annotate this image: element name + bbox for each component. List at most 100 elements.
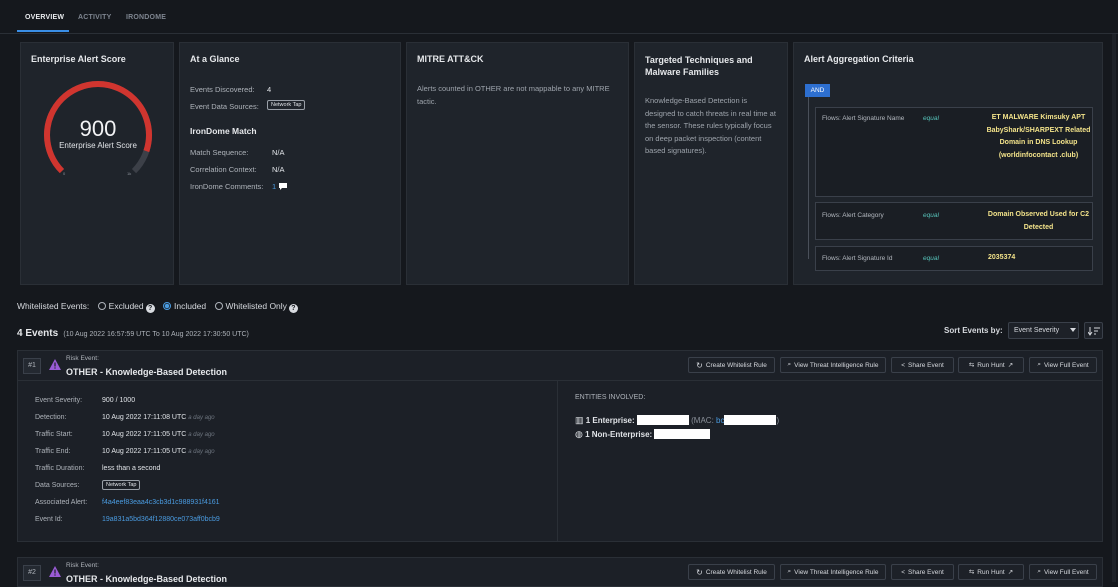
traffic-end-value: 10 Aug 2022 17:11:05 UTC a day ago xyxy=(102,448,215,455)
comment-icon[interactable] xyxy=(278,182,288,191)
criteria-field: Flows: Alert Signature Name xyxy=(822,115,905,122)
run-hunt-button[interactable]: ⇆ Run Hunt ↗ xyxy=(958,564,1024,580)
match-sequence-label: Match Sequence: xyxy=(190,148,249,157)
redacted-mac xyxy=(724,415,777,425)
events-discovered-value: 4 xyxy=(267,85,272,94)
building-icon: ▥ xyxy=(575,415,584,425)
events-range: (10 Aug 2022 16:57:59 UTC To 10 Aug 2022… xyxy=(63,331,249,338)
event-number: #1 xyxy=(23,358,41,374)
event-name: OTHER - Knowledge-Based Detection xyxy=(66,367,228,377)
traffic-start-value: 10 Aug 2022 17:11:05 UTC a day ago xyxy=(102,431,215,438)
criteria-row-category: Flows: Alert Category equal Domain Obser… xyxy=(815,202,1093,240)
criteria-value: 2035374 xyxy=(988,254,1016,261)
network-tap-tag: Network Tap xyxy=(102,480,141,490)
view-full-event-button[interactable]: ⌕ View Full Event xyxy=(1029,357,1097,373)
share-event-button[interactable]: < Share Event xyxy=(891,357,954,373)
score-value: 900 xyxy=(79,116,117,141)
criteria-title: Alert Aggregation Criteria xyxy=(804,54,914,64)
active-tab-indicator xyxy=(17,30,69,32)
search-icon: ⌕ xyxy=(787,568,792,575)
event-details-panel: Event Severity: 900 / 1000 Detection: 10… xyxy=(18,380,558,541)
help-icon[interactable]: ? xyxy=(145,304,155,313)
event-card-2: #2 Risk Event: OTHER - Knowledge-Based D… xyxy=(17,557,1103,587)
non-enterprise-label: 1 Non-Enterprise: xyxy=(585,430,653,439)
event-number: #2 xyxy=(23,565,41,581)
redacted-external-ip xyxy=(654,429,711,439)
associated-alert-label: Associated Alert: xyxy=(35,499,88,506)
filter-option-included[interactable]: Included xyxy=(163,301,206,311)
glance-card: At a Glance Events Discovered: 4 Event D… xyxy=(179,42,401,285)
sort-select[interactable]: Event Severity xyxy=(1008,322,1079,339)
help-icon[interactable]: ? xyxy=(288,304,298,313)
criteria-row-signature-name: Flows: Alert Signature Name equal ET MAL… xyxy=(815,107,1093,197)
score-card: Enterprise Alert Score 900 Enterprise Al… xyxy=(20,42,174,285)
share-event-button[interactable]: < Share Event xyxy=(891,564,954,580)
radio-included[interactable] xyxy=(163,302,171,310)
comments-label: IronDome Comments: xyxy=(190,182,264,191)
entities-panel: ENTITIES INVOLVED: ▥ 1 Enterprise: (MAC:… xyxy=(558,380,1102,541)
sort-label: Sort Events by: xyxy=(944,326,1003,335)
mac-label: (MAC: xyxy=(691,416,714,425)
event-id-link[interactable]: 19a831a5bd364f12880ce073aff0bcb9 xyxy=(102,516,220,523)
enterprise-label: 1 Enterprise: xyxy=(585,416,635,425)
sort-direction-button[interactable] xyxy=(1084,322,1103,339)
comments-count[interactable]: 1 xyxy=(272,182,276,191)
events-discovered-label: Events Discovered: xyxy=(190,85,255,94)
search-icon: ⌕ xyxy=(1037,361,1041,368)
button-label: Run Hunt xyxy=(977,568,1005,576)
filter-option-excluded[interactable]: Excluded? xyxy=(97,301,155,313)
chevron-down-icon xyxy=(1070,328,1076,332)
correlation-value: N/A xyxy=(272,165,285,174)
tab-overview[interactable]: OVERVIEW xyxy=(25,14,64,21)
create-whitelist-button[interactable]: ↻ Create Whitelist Rule xyxy=(688,564,775,580)
enterprise-entity[interactable]: ▥ 1 Enterprise: (MAC: bc) xyxy=(575,415,779,426)
event-card-1: #1 Risk Event: OTHER - Knowledge-Based D… xyxy=(17,350,1103,542)
targeted-title: Targeted Techniques and Malware Families xyxy=(645,55,753,77)
mac-value[interactable]: bc xyxy=(716,416,724,425)
filter-option-whitelisted-only[interactable]: Whitelisted Only? xyxy=(214,301,298,313)
criteria-connector xyxy=(808,97,809,259)
tab-activity[interactable]: ACTIVITY xyxy=(78,14,112,21)
non-enterprise-entity[interactable]: ◍ 1 Non-Enterprise: xyxy=(575,429,711,440)
tab-bar: OVERVIEW ACTIVITY IRONDOME xyxy=(0,0,1118,34)
warning-icon xyxy=(49,359,61,370)
whitelist-filter-label: Whitelisted Events: xyxy=(17,301,90,311)
glance-title: At a Glance xyxy=(190,54,240,64)
option-label: Excluded xyxy=(108,301,144,311)
events-count: 4 Events xyxy=(17,328,59,339)
match-sequence-value: N/A xyxy=(272,148,285,157)
view-full-event-button[interactable]: ⌕ View Full Event xyxy=(1029,564,1097,580)
data-sources-label: Data Sources: xyxy=(35,482,80,489)
traffic-end-ago: a day ago xyxy=(188,449,215,455)
run-hunt-button[interactable]: ⇆ Run Hunt ↗ xyxy=(958,357,1024,373)
create-whitelist-button[interactable]: ↻ Create Whitelist Rule xyxy=(688,357,775,373)
duration-label: Traffic Duration: xyxy=(35,465,85,472)
whitelist-filter: Whitelisted Events: Excluded? Included W… xyxy=(17,301,298,313)
event-type: Risk Event: xyxy=(66,355,99,362)
threat-intel-button[interactable]: ⌕ View Threat Intelligence Rule xyxy=(780,357,886,373)
targeted-text: Knowledge-Based Detection is designed to… xyxy=(645,96,776,155)
duration-value: less than a second xyxy=(102,465,161,472)
irondome-match-title: IronDome Match xyxy=(190,126,257,136)
criteria-field: Flows: Alert Category xyxy=(822,212,884,219)
radio-whitelisted-only[interactable] xyxy=(214,302,223,310)
mitre-title: MITRE ATT&CK xyxy=(417,54,484,64)
gauge-min: 0 xyxy=(63,171,66,176)
share-icon: < xyxy=(901,568,905,576)
traffic-start-label: Traffic Start: xyxy=(35,431,73,438)
scrollbar[interactable] xyxy=(1112,34,1116,582)
associated-alert-link[interactable]: f4a4eef83eaa4c3cb3d1c988931f4161 xyxy=(102,499,220,506)
criteria-value: ET MALWARE Kimsuky APT BabyShark/SHARPEX… xyxy=(986,114,1091,159)
traffic-start-time: 10 Aug 2022 17:11:05 UTC xyxy=(102,431,187,438)
button-label: Share Event xyxy=(908,361,944,369)
detection-time: 10 Aug 2022 17:11:08 UTC xyxy=(102,414,187,421)
threat-intel-button[interactable]: ⌕ View Threat Intelligence Rule xyxy=(780,564,886,580)
severity-label: Event Severity: xyxy=(35,397,83,404)
button-label: Share Event xyxy=(908,568,944,576)
button-label: Create Whitelist Rule xyxy=(705,568,767,576)
and-operator-badge: AND xyxy=(805,84,830,97)
radio-excluded[interactable] xyxy=(97,302,106,310)
tab-irondome[interactable]: IRONDOME xyxy=(126,14,166,21)
detection-value: 10 Aug 2022 17:11:08 UTC a day ago xyxy=(102,414,215,421)
correlation-label: Correlation Context: xyxy=(190,165,257,174)
